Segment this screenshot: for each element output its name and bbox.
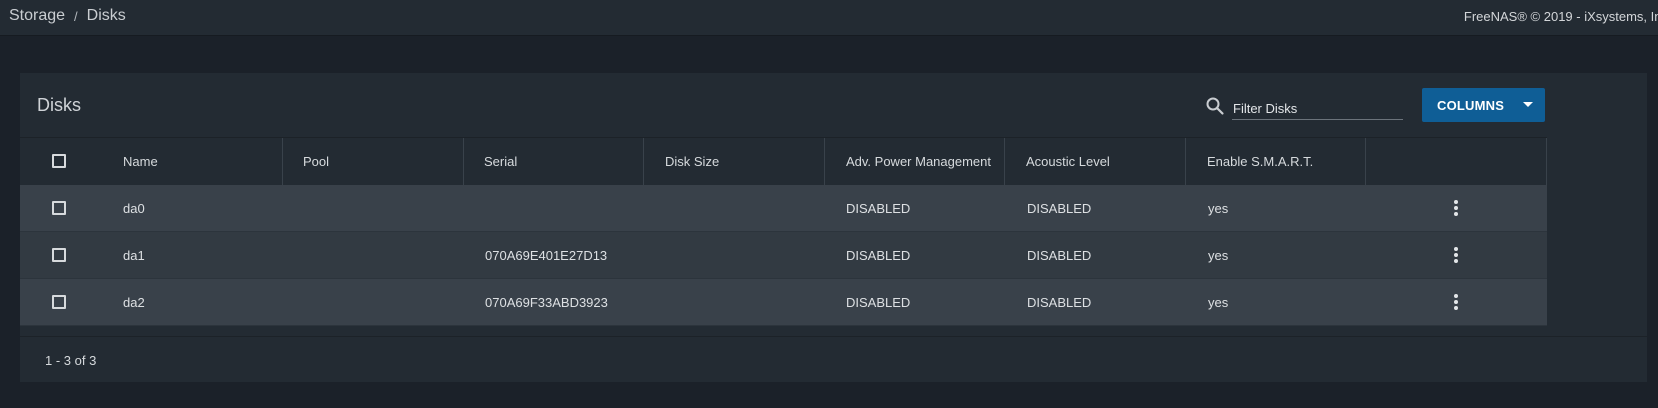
column-divider[interactable] (282, 138, 283, 185)
cell-name: da1 (123, 247, 145, 263)
table-row[interactable]: da2 070A69F33ABD3923 DISABLED DISABLED y… (20, 279, 1547, 326)
cell-enable-smart: yes (1208, 200, 1229, 216)
breadcrumb-separator: / (74, 8, 78, 24)
column-divider[interactable] (643, 138, 644, 185)
header-pool[interactable]: Pool (303, 138, 329, 185)
header-acoustic-level[interactable]: Acoustic Level (1026, 138, 1110, 185)
header-disk-size[interactable]: Disk Size (665, 138, 719, 185)
filter-disks-input[interactable] (1232, 94, 1403, 120)
filter-disks (1205, 94, 1423, 120)
table-footer: 1 - 3 of 3 (20, 336, 1647, 382)
header-enable-smart[interactable]: Enable S.M.A.R.T. (1207, 138, 1313, 185)
top-bar: Storage / Disks FreeNAS® © 2019 - iXsyst… (0, 0, 1658, 36)
column-divider[interactable] (1365, 138, 1366, 185)
cell-adv-power-management: DISABLED (846, 247, 911, 263)
more-vert-icon[interactable] (1452, 293, 1460, 311)
header-name[interactable]: Name (123, 138, 158, 185)
breadcrumb-disks: Disks (86, 7, 126, 24)
breadcrumb: Storage / Disks (9, 7, 126, 25)
cell-name: da2 (123, 294, 145, 310)
columns-button-label: COLUMNS (1437, 97, 1505, 113)
cell-serial: 070A69E401E27D13 (485, 247, 608, 263)
select-all-checkbox[interactable] (52, 154, 66, 168)
columns-button[interactable]: COLUMNS (1422, 88, 1545, 122)
header-adv-power-management[interactable]: Adv. Power Management (846, 138, 991, 185)
search-icon (1206, 97, 1224, 115)
column-divider[interactable] (1185, 138, 1186, 185)
cell-acoustic-level: DISABLED (1027, 247, 1092, 263)
table-row[interactable]: da0 DISABLED DISABLED yes (20, 185, 1547, 232)
row-checkbox[interactable] (52, 201, 66, 215)
cell-adv-power-management: DISABLED (846, 200, 911, 216)
cell-serial: 070A69F33ABD3923 (485, 294, 608, 310)
table-right-gutter (1547, 137, 1647, 336)
row-checkbox[interactable] (52, 295, 66, 309)
cell-acoustic-level: DISABLED (1027, 294, 1092, 310)
column-divider[interactable] (824, 138, 825, 185)
more-vert-icon[interactable] (1452, 246, 1460, 264)
caret-down-icon (1523, 102, 1533, 107)
more-vert-icon[interactable] (1452, 199, 1460, 217)
table-row[interactable]: da1 070A69E401E27D13 DISABLED DISABLED y… (20, 232, 1547, 279)
cell-acoustic-level: DISABLED (1027, 200, 1092, 216)
disks-card: Disks COLUMNS Name Pool Serial Disk Size… (20, 73, 1647, 382)
copyright-text[interactable]: FreeNAS® © 2019 - iXsystems, Inc (1464, 9, 1658, 24)
column-divider[interactable] (1004, 138, 1005, 185)
card-title: Disks (37, 95, 81, 115)
table-header: Name Pool Serial Disk Size Adv. Power Ma… (20, 137, 1547, 185)
cell-adv-power-management: DISABLED (846, 294, 911, 310)
column-divider[interactable] (463, 138, 464, 185)
cell-name: da0 (123, 200, 145, 216)
header-serial[interactable]: Serial (484, 138, 517, 185)
cell-enable-smart: yes (1208, 294, 1229, 310)
row-checkbox[interactable] (52, 248, 66, 262)
cell-enable-smart: yes (1208, 247, 1229, 263)
pagination-range: 1 - 3 of 3 (45, 353, 97, 368)
breadcrumb-storage[interactable]: Storage (9, 7, 65, 25)
